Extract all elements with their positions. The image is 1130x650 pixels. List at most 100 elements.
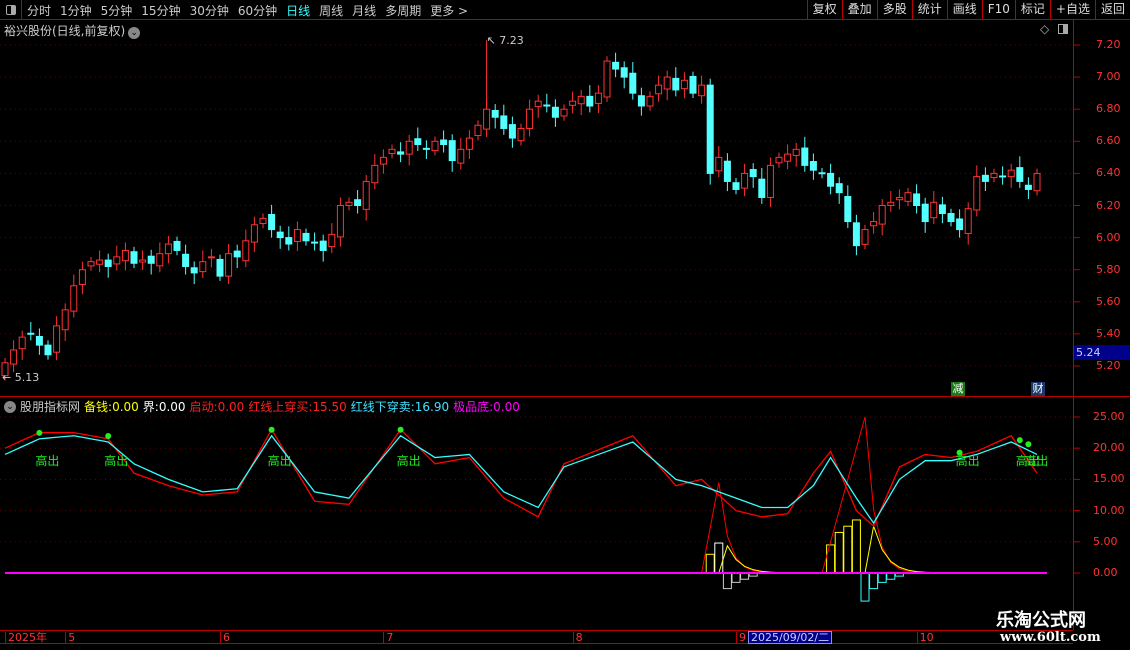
candle-body xyxy=(852,222,860,247)
candle-body xyxy=(233,250,241,258)
candle-body xyxy=(199,261,207,273)
signal-label: 高出 xyxy=(1024,454,1049,468)
candle-body xyxy=(913,193,921,206)
candle-body xyxy=(139,259,147,263)
field-value: 0.00 xyxy=(217,400,245,414)
field-label: 界: xyxy=(142,400,159,414)
yellow-bar xyxy=(714,542,724,574)
candle-body xyxy=(336,205,344,238)
panel-divider xyxy=(0,396,1130,397)
indicator-field: 备钱:0.00 xyxy=(84,398,139,415)
candle-body xyxy=(18,336,26,350)
finance-badge[interactable]: 财 xyxy=(1031,382,1045,396)
yellow-bar xyxy=(826,544,836,574)
chevron-down-icon[interactable]: ⌄ xyxy=(4,400,16,413)
high-label: ↖ 7.23 xyxy=(487,34,524,47)
price-axis-border xyxy=(1073,20,1074,630)
candle-body xyxy=(1016,167,1024,182)
candle-body xyxy=(766,164,774,198)
candle-body xyxy=(483,108,491,130)
indicator-tick-label: 25.00 xyxy=(1093,410,1125,423)
cyan-bar xyxy=(869,572,879,590)
candle-body xyxy=(964,208,972,234)
candle-body xyxy=(448,140,456,162)
candle-body xyxy=(956,218,964,231)
candle-body xyxy=(293,229,301,242)
candle-body xyxy=(164,243,172,255)
cyan-bar xyxy=(731,572,741,583)
candle-body xyxy=(689,75,697,94)
candle-body xyxy=(973,176,981,211)
indicator-tick-label: 15.00 xyxy=(1093,472,1125,486)
candle-body xyxy=(259,217,267,224)
candle-body xyxy=(895,196,903,201)
signal-label: 高出 xyxy=(35,454,60,468)
candle-body xyxy=(285,237,293,245)
field-label: 极品底: xyxy=(453,400,494,414)
candle-body xyxy=(749,169,757,178)
candle-body xyxy=(1024,184,1032,190)
cursor-date: 2025/09/02/二 xyxy=(748,631,833,644)
candle-body xyxy=(70,285,78,312)
candle-body xyxy=(792,148,800,156)
indicator-field: 启动:0.00 xyxy=(190,398,245,415)
candle-body xyxy=(190,267,198,274)
field-label: 红线下穿卖: xyxy=(350,400,415,414)
signal-dot xyxy=(36,429,43,436)
candle-body xyxy=(397,151,405,155)
price-tick-label: 6.80 xyxy=(1096,102,1121,116)
candle-body xyxy=(560,108,568,117)
candle-body xyxy=(543,104,551,107)
indicator-tick-label: 0.00 xyxy=(1093,566,1118,579)
candle-body xyxy=(775,156,783,164)
price-tick-label: 7.20 xyxy=(1096,38,1121,51)
candle-body xyxy=(818,172,826,175)
candle-body xyxy=(207,256,215,259)
candle-body xyxy=(465,137,473,150)
price-tick-label: 7.00 xyxy=(1096,70,1121,84)
candle-body xyxy=(10,349,18,365)
price-tick-label: 5.20 xyxy=(1096,359,1121,372)
candle-body xyxy=(620,67,628,78)
signal-dot xyxy=(1016,437,1023,444)
candle-body xyxy=(999,175,1007,178)
candle-body xyxy=(801,147,809,166)
candle-body xyxy=(371,164,379,184)
candle-body xyxy=(388,148,396,154)
reduce-badge[interactable]: 减 xyxy=(951,382,965,396)
candle-body xyxy=(457,148,465,164)
field-value: 0.00 xyxy=(493,400,520,414)
cyan-bar xyxy=(877,572,887,583)
price-tick-label: 6.60 xyxy=(1096,134,1121,148)
watermark-url: www.60lt.com xyxy=(1000,630,1101,645)
watermark-name: 乐淘公式网 xyxy=(996,610,1086,631)
candle-body xyxy=(990,172,998,179)
price-tick-label: 5.60 xyxy=(1096,294,1121,308)
candle-body xyxy=(663,76,671,90)
indicator-field: 红线上穿买:15.50 xyxy=(248,398,346,415)
candle-body xyxy=(698,84,706,97)
candle-body xyxy=(809,161,817,171)
time-label: 10 xyxy=(916,632,934,644)
candle-body xyxy=(715,156,723,172)
candle-body xyxy=(646,95,654,107)
chart-canvas[interactable]: ↖ 7.23 ← 5.13 xyxy=(0,0,1130,650)
indicator-field: 红线下穿卖:16.90 xyxy=(351,398,449,415)
time-label: 9 xyxy=(736,632,746,644)
candle-body xyxy=(827,172,835,187)
time-axis: 2025年 5 6 7 8 9 10 xyxy=(0,630,1073,644)
candle-body xyxy=(551,106,559,118)
candle-body xyxy=(1033,172,1041,192)
candle-body xyxy=(302,232,310,242)
candle-body xyxy=(870,221,878,227)
candle-body xyxy=(147,255,155,264)
candle-body xyxy=(53,325,61,353)
signal-dot xyxy=(268,426,275,433)
signal-label: 高出 xyxy=(104,454,129,468)
price-tick-label: 6.40 xyxy=(1096,166,1121,180)
candle-body xyxy=(612,61,620,70)
decay-line xyxy=(718,544,788,574)
candle-body xyxy=(844,196,852,223)
yellow-bar xyxy=(705,553,715,574)
candle-body xyxy=(835,183,843,194)
